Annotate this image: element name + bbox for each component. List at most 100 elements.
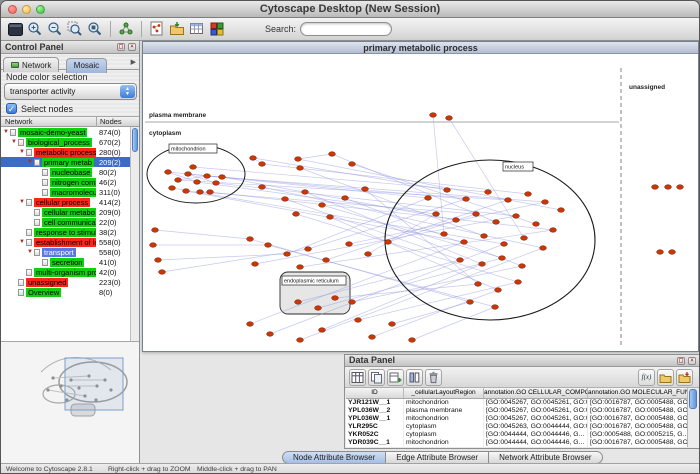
select-nodes-checkbox[interactable]: ✓ <box>6 103 17 114</box>
network-canvas[interactable]: plasma membranecytoplasmunassignedmitoch… <box>143 54 698 351</box>
gene-node[interactable] <box>183 189 190 194</box>
gene-node[interactable] <box>327 215 334 220</box>
gene-node[interactable] <box>369 335 376 340</box>
gene-node[interactable] <box>213 181 220 186</box>
gene-node[interactable] <box>525 192 532 197</box>
tab-network[interactable]: Network <box>3 57 59 72</box>
gene-node[interactable] <box>155 258 162 263</box>
import-table-icon[interactable] <box>187 19 207 39</box>
gene-node[interactable] <box>652 185 659 190</box>
tree-row[interactable]: secretion41(0) <box>1 257 139 267</box>
vizmapper-icon[interactable] <box>207 19 227 39</box>
gene-node[interactable] <box>461 240 468 245</box>
gene-node[interactable] <box>302 190 309 195</box>
tree-column-network[interactable]: Network <box>1 117 97 127</box>
tree-row[interactable]: ▼primary metab209(2) <box>1 157 139 167</box>
tree-row[interactable]: nitrogen compo46(2) <box>1 177 139 187</box>
gene-node[interactable] <box>441 232 448 237</box>
gene-node[interactable] <box>295 300 302 305</box>
gene-node[interactable] <box>362 187 369 192</box>
gene-node[interactable] <box>319 203 326 208</box>
gene-node[interactable] <box>515 280 522 285</box>
gene-node[interactable] <box>250 156 257 161</box>
gene-node[interactable] <box>190 165 197 170</box>
gene-node[interactable] <box>521 236 528 241</box>
gene-node[interactable] <box>485 190 492 195</box>
gene-node[interactable] <box>194 180 201 185</box>
float-panel-icon[interactable]: ◻ <box>117 43 125 51</box>
zoom-out-icon[interactable] <box>45 19 65 39</box>
tree-row[interactable]: ▼establishment of lo558(0) <box>1 237 139 247</box>
gene-node[interactable] <box>282 197 289 202</box>
window-titlebar[interactable]: Cytoscape Desktop (New Session) <box>1 1 699 18</box>
gene-node[interactable] <box>267 332 274 337</box>
tree-column-nodes[interactable]: Nodes <box>97 117 139 127</box>
gene-node[interactable] <box>247 322 254 327</box>
gene-node[interactable] <box>665 185 672 190</box>
gene-node[interactable] <box>349 162 356 167</box>
gene-node[interactable] <box>252 262 259 267</box>
gene-node[interactable] <box>389 322 396 327</box>
gene-node[interactable] <box>467 300 474 305</box>
birdseye-view[interactable] <box>1 341 139 463</box>
tab-mosaic[interactable]: Mosaic <box>66 58 107 73</box>
gene-node[interactable] <box>481 234 488 239</box>
gene-node[interactable] <box>558 208 565 213</box>
gene-node[interactable] <box>677 185 684 190</box>
gene-node[interactable] <box>342 196 349 201</box>
expander-icon[interactable]: ▼ <box>19 239 26 245</box>
zoom-in-icon[interactable] <box>25 19 45 39</box>
tree-scrollbar[interactable] <box>130 127 139 341</box>
gene-node[interactable] <box>444 188 451 193</box>
expander-icon[interactable]: ▼ <box>19 149 26 155</box>
tree-row[interactable]: multi-organism pro42(0) <box>1 267 139 277</box>
gene-node[interactable] <box>475 282 482 287</box>
expander-icon[interactable]: ▼ <box>27 249 34 255</box>
gene-node[interactable] <box>315 306 322 311</box>
gene-node[interactable] <box>385 240 392 245</box>
float-panel-icon[interactable]: ◻ <box>677 357 685 365</box>
gene-node[interactable] <box>473 212 480 217</box>
gene-node[interactable] <box>550 228 557 233</box>
expander-icon[interactable]: ▼ <box>11 139 18 145</box>
gene-node[interactable] <box>446 116 453 121</box>
gene-node[interactable] <box>453 218 460 223</box>
tree-row[interactable]: ▼metabolic process280(0) <box>1 147 139 157</box>
gene-node[interactable] <box>259 185 266 190</box>
gene-node[interactable] <box>479 262 486 267</box>
tree-row[interactable]: Overview8(0) <box>1 287 139 297</box>
import-network-icon[interactable] <box>167 19 187 39</box>
function-builder-icon[interactable]: f(x) <box>638 369 655 386</box>
gene-node[interactable] <box>259 162 266 167</box>
gene-node[interactable] <box>492 305 499 310</box>
table-column-header[interactable]: annotation.GO CELLULAR_COMPONENT <box>484 388 588 398</box>
gene-node[interactable] <box>463 197 470 202</box>
gene-node[interactable] <box>159 270 166 275</box>
gene-node[interactable] <box>499 256 506 261</box>
gene-node[interactable] <box>305 247 312 252</box>
export-attributes-icon[interactable] <box>676 369 693 386</box>
gene-node[interactable] <box>207 190 214 195</box>
color-attribute-dropdown[interactable]: transporter activity ▲▼ <box>4 83 137 100</box>
gene-node[interactable] <box>349 300 356 305</box>
columns-icon[interactable] <box>406 369 423 386</box>
gene-node[interactable] <box>175 178 182 183</box>
gene-node[interactable] <box>297 166 304 171</box>
tree-row[interactable]: cell communica22(0) <box>1 217 139 227</box>
new-network-icon[interactable] <box>147 19 167 39</box>
close-panel-icon[interactable]: × <box>128 43 136 51</box>
gene-node[interactable] <box>457 258 464 263</box>
gene-node[interactable] <box>185 172 192 177</box>
close-panel-icon[interactable]: × <box>688 357 696 365</box>
delete-attribute-icon[interactable] <box>425 369 442 386</box>
tree-row[interactable]: ▼transport558(0) <box>1 247 139 257</box>
gene-node[interactable] <box>409 338 416 343</box>
gene-node[interactable] <box>657 250 664 255</box>
tab-scroll-right-icon[interactable]: ▶ <box>131 58 136 66</box>
expander-icon[interactable]: ▼ <box>27 159 34 165</box>
gene-node[interactable] <box>265 243 272 248</box>
table-column-header[interactable]: ID <box>346 388 404 398</box>
gene-node[interactable] <box>297 338 304 343</box>
gene-node[interactable] <box>284 252 291 257</box>
gene-node[interactable] <box>493 220 500 225</box>
